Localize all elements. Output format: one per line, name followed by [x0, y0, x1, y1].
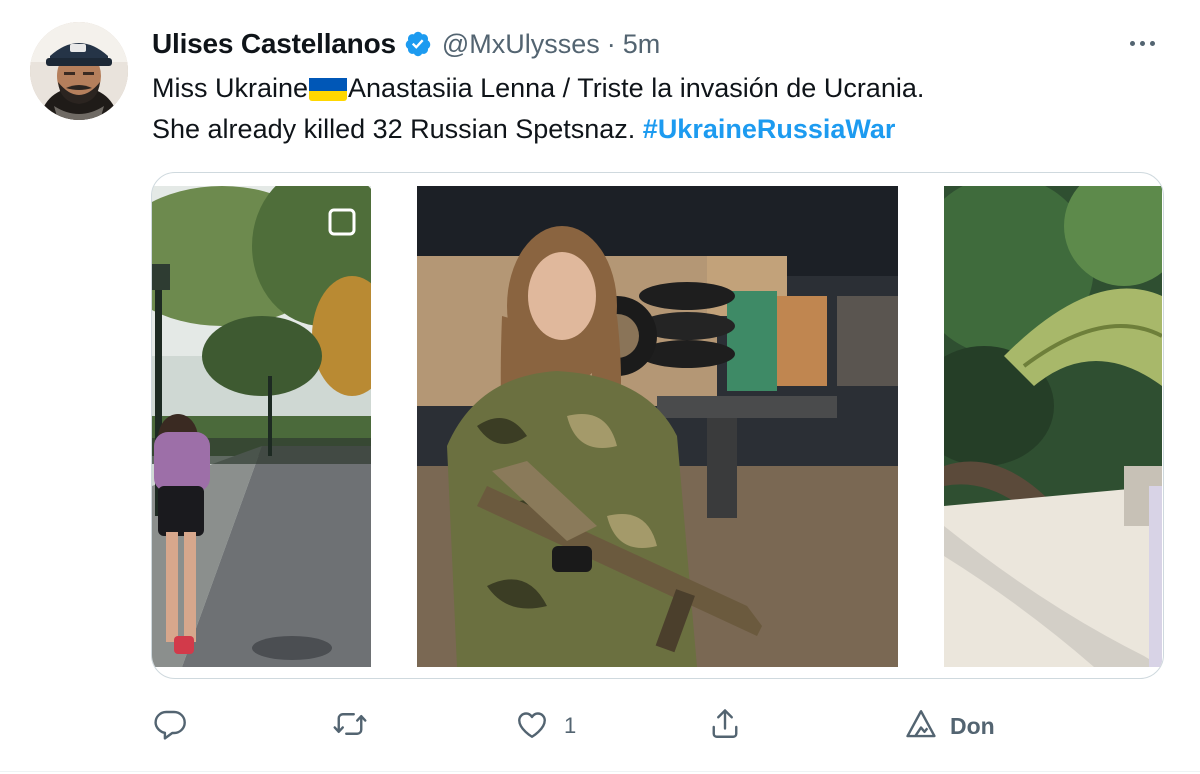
like-button[interactable]: 1	[514, 700, 576, 752]
share-button[interactable]	[707, 700, 743, 752]
retweet-icon	[332, 706, 368, 747]
tweet-text-line-2: She already killed 32 Russian Spetsnaz. …	[152, 109, 1162, 150]
tweet-text: Miss Ukraine Anastasiia Lenna / Triste la…	[152, 68, 1162, 150]
divider	[0, 771, 1200, 772]
author-handle[interactable]: @MxUlysses	[442, 29, 600, 60]
more-dots-icon[interactable]	[1124, 28, 1160, 58]
text-segment: Anastasiia Lenna / Triste la invasión de…	[348, 73, 925, 103]
analytics-icon	[904, 707, 938, 746]
text-segment: Miss Ukraine	[152, 73, 309, 103]
separator-dot: ·	[606, 28, 616, 59]
retweet-button[interactable]	[332, 700, 368, 752]
hashtag-link[interactable]: #UkraineRussiaWar	[643, 114, 896, 144]
author-name[interactable]: Ulises Castellanos	[152, 28, 396, 60]
action-bar: 1 Don	[152, 700, 1162, 752]
timestamp[interactable]: 5m	[623, 29, 661, 60]
heart-icon	[514, 706, 550, 747]
share-icon	[707, 706, 743, 747]
reply-button[interactable]	[152, 700, 188, 752]
analytics-button[interactable]: Don	[904, 700, 995, 752]
avatar-image	[30, 22, 128, 120]
reply-icon	[152, 706, 188, 747]
media-image-2[interactable]	[417, 186, 898, 667]
ukraine-flag-emoji	[309, 75, 348, 101]
verified-badge-icon	[404, 30, 432, 58]
analytics-label: Don	[950, 712, 995, 739]
media-gallery[interactable]	[151, 172, 1164, 679]
tweet[interactable]: Ulises Castellanos @MxUlysses · 5m Miss …	[0, 0, 1200, 774]
media-image-1[interactable]	[152, 186, 371, 667]
text-segment: She already killed 32 Russian Spetsnaz.	[152, 114, 643, 144]
media-image-3[interactable]	[944, 186, 1162, 667]
tweet-text-line-1: Miss Ukraine Anastasiia Lenna / Triste la…	[152, 68, 1162, 109]
like-count: 1	[564, 713, 577, 738]
avatar[interactable]	[30, 22, 128, 120]
tweet-header: Ulises Castellanos @MxUlysses · 5m	[152, 26, 660, 62]
